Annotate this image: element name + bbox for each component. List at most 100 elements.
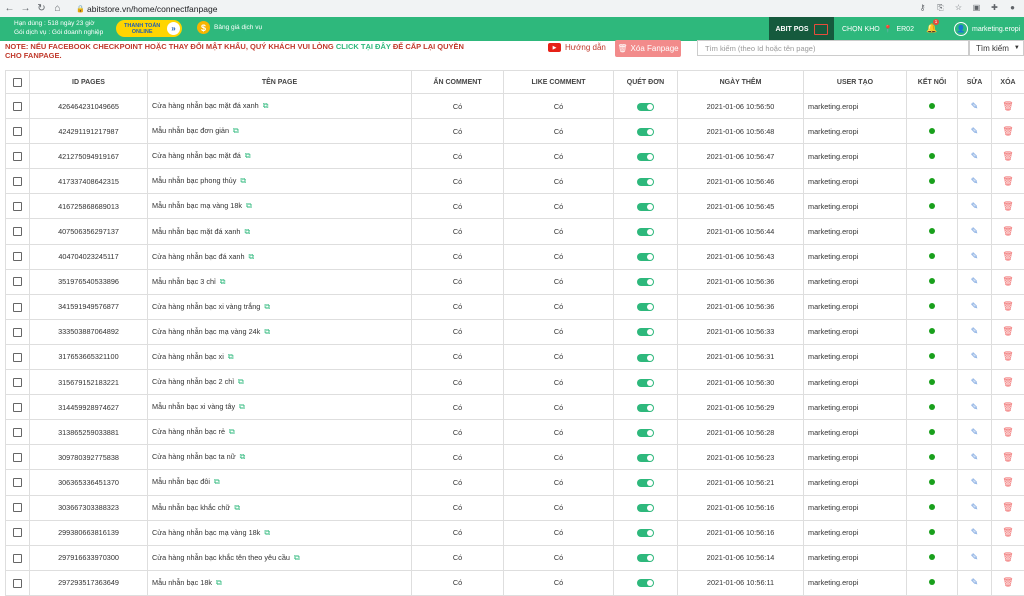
edit-icon[interactable]: ✎	[971, 452, 979, 462]
external-link-icon[interactable]: ⧉	[214, 477, 220, 487]
abit-pos-button[interactable]: ABIT POS	[769, 17, 834, 41]
row-checkbox[interactable]	[13, 378, 22, 387]
col-id-pages[interactable]: ID PAGES	[30, 71, 148, 94]
trash-icon[interactable]: 🗑	[1002, 326, 1013, 336]
col-created-by[interactable]: USER TẠO	[804, 71, 907, 94]
edit-icon[interactable]: ✎	[971, 276, 979, 286]
trash-icon[interactable]: 🗑	[1002, 477, 1013, 487]
edit-icon[interactable]: ✎	[971, 201, 979, 211]
search-button[interactable]: Tìm kiếm ▼	[969, 40, 1024, 56]
edit-icon[interactable]: ✎	[971, 552, 979, 562]
reload-icon[interactable]: ↻	[35, 2, 48, 15]
scan-order-toggle[interactable]	[637, 128, 654, 136]
address-bar[interactable]: 🔒 abitstore.vn/home/connectfanpage	[76, 4, 217, 14]
row-checkbox[interactable]	[13, 554, 22, 563]
back-icon[interactable]: ←	[3, 2, 16, 15]
online-payment-button[interactable]: THANH TOÁN ONLINE »	[116, 20, 182, 37]
row-checkbox[interactable]	[13, 353, 22, 362]
col-connection[interactable]: KẾT NỐI	[907, 71, 958, 94]
trash-icon[interactable]: 🗑	[1002, 151, 1013, 161]
guide-link[interactable]: ▶ Hướng dẫn	[548, 43, 606, 52]
scan-order-toggle[interactable]	[637, 153, 654, 161]
row-checkbox[interactable]	[13, 403, 22, 412]
edit-icon[interactable]: ✎	[971, 377, 979, 387]
extension-icon[interactable]: ▣	[971, 2, 982, 13]
row-checkbox[interactable]	[13, 102, 22, 111]
edit-icon[interactable]: ✎	[971, 251, 979, 261]
external-link-icon[interactable]: ⧉	[240, 452, 246, 462]
row-checkbox[interactable]	[13, 528, 22, 537]
external-link-icon[interactable]: ⧉	[239, 402, 245, 412]
trash-icon[interactable]: 🗑	[1002, 226, 1013, 236]
row-checkbox[interactable]	[13, 478, 22, 487]
select-all-checkbox[interactable]	[13, 78, 22, 87]
user-menu[interactable]: 👤 marketing.eropi	[954, 22, 1020, 36]
trash-icon[interactable]: 🗑	[1002, 552, 1013, 562]
edit-icon[interactable]: ✎	[971, 126, 979, 136]
trash-icon[interactable]: 🗑	[1002, 251, 1013, 261]
key-icon[interactable]: ⚷	[917, 2, 928, 13]
delete-fanpage-button[interactable]: 🗑 Xóa Fanpage	[615, 40, 681, 57]
forward-icon[interactable]: →	[19, 2, 32, 15]
trash-icon[interactable]: 🗑	[1002, 176, 1013, 186]
trash-icon[interactable]: 🗑	[1002, 427, 1013, 437]
scan-order-toggle[interactable]	[637, 303, 654, 311]
scan-order-toggle[interactable]	[637, 554, 654, 562]
search-input[interactable]: Tìm kiếm (theo Id hoặc tên page)	[697, 40, 969, 56]
edit-icon[interactable]: ✎	[971, 176, 979, 186]
trash-icon[interactable]: 🗑	[1002, 351, 1013, 361]
trash-icon[interactable]: 🗑	[1002, 577, 1013, 587]
scan-order-toggle[interactable]	[637, 103, 654, 111]
external-link-icon[interactable]: ⧉	[238, 377, 244, 387]
external-link-icon[interactable]: ⧉	[244, 227, 250, 237]
scan-order-toggle[interactable]	[637, 203, 654, 211]
external-link-icon[interactable]: ⧉	[264, 327, 270, 337]
scan-order-toggle[interactable]	[637, 354, 654, 362]
external-link-icon[interactable]: ⧉	[216, 578, 222, 588]
external-link-icon[interactable]: ⧉	[234, 503, 240, 513]
row-checkbox[interactable]	[13, 328, 22, 337]
trash-icon[interactable]: 🗑	[1002, 502, 1013, 512]
trash-icon[interactable]: 🗑	[1002, 101, 1013, 111]
trash-icon[interactable]: 🗑	[1002, 402, 1013, 412]
price-list-link[interactable]: $ Bảng giá dịch vụ	[197, 21, 262, 34]
puzzle-icon[interactable]: ✚	[989, 2, 1000, 13]
external-link-icon[interactable]: ⧉	[249, 252, 255, 262]
scan-order-toggle[interactable]	[637, 328, 654, 336]
scan-order-toggle[interactable]	[637, 228, 654, 236]
row-checkbox[interactable]	[13, 127, 22, 136]
edit-icon[interactable]: ✎	[971, 301, 979, 311]
external-link-icon[interactable]: ⧉	[246, 201, 252, 211]
col-date-added[interactable]: NGÀY THÊM	[678, 71, 804, 94]
external-link-icon[interactable]: ⧉	[233, 126, 239, 136]
col-hide-comment[interactable]: ẨN COMMENT	[412, 71, 504, 94]
col-like-comment[interactable]: LIKE COMMENT	[504, 71, 614, 94]
trash-icon[interactable]: 🗑	[1002, 377, 1013, 387]
col-page-name[interactable]: TÊN PAGE	[148, 71, 412, 94]
trash-icon[interactable]: 🗑	[1002, 126, 1013, 136]
row-checkbox[interactable]	[13, 277, 22, 286]
notice-link[interactable]: CLICK TẠI ĐÂY	[336, 42, 391, 51]
scan-order-toggle[interactable]	[637, 379, 654, 387]
trash-icon[interactable]: 🗑	[1002, 452, 1013, 462]
row-checkbox[interactable]	[13, 579, 22, 588]
scan-order-toggle[interactable]	[637, 253, 654, 261]
row-checkbox[interactable]	[13, 428, 22, 437]
translate-icon[interactable]: ⎘	[935, 2, 946, 13]
external-link-icon[interactable]: ⧉	[229, 427, 235, 437]
trash-icon[interactable]: 🗑	[1002, 527, 1013, 537]
store-selector[interactable]: CHỌN KHO 📍 ER02	[842, 17, 914, 41]
scan-order-toggle[interactable]	[637, 529, 654, 537]
external-link-icon[interactable]: ⧉	[264, 528, 270, 538]
external-link-icon[interactable]: ⧉	[240, 176, 246, 186]
row-checkbox[interactable]	[13, 503, 22, 512]
scan-order-toggle[interactable]	[637, 278, 654, 286]
edit-icon[interactable]: ✎	[971, 477, 979, 487]
edit-icon[interactable]: ✎	[971, 101, 979, 111]
edit-icon[interactable]: ✎	[971, 577, 979, 587]
external-link-icon[interactable]: ⧉	[264, 302, 270, 312]
scan-order-toggle[interactable]	[637, 579, 654, 587]
edit-icon[interactable]: ✎	[971, 351, 979, 361]
scan-order-toggle[interactable]	[637, 178, 654, 186]
edit-icon[interactable]: ✎	[971, 427, 979, 437]
